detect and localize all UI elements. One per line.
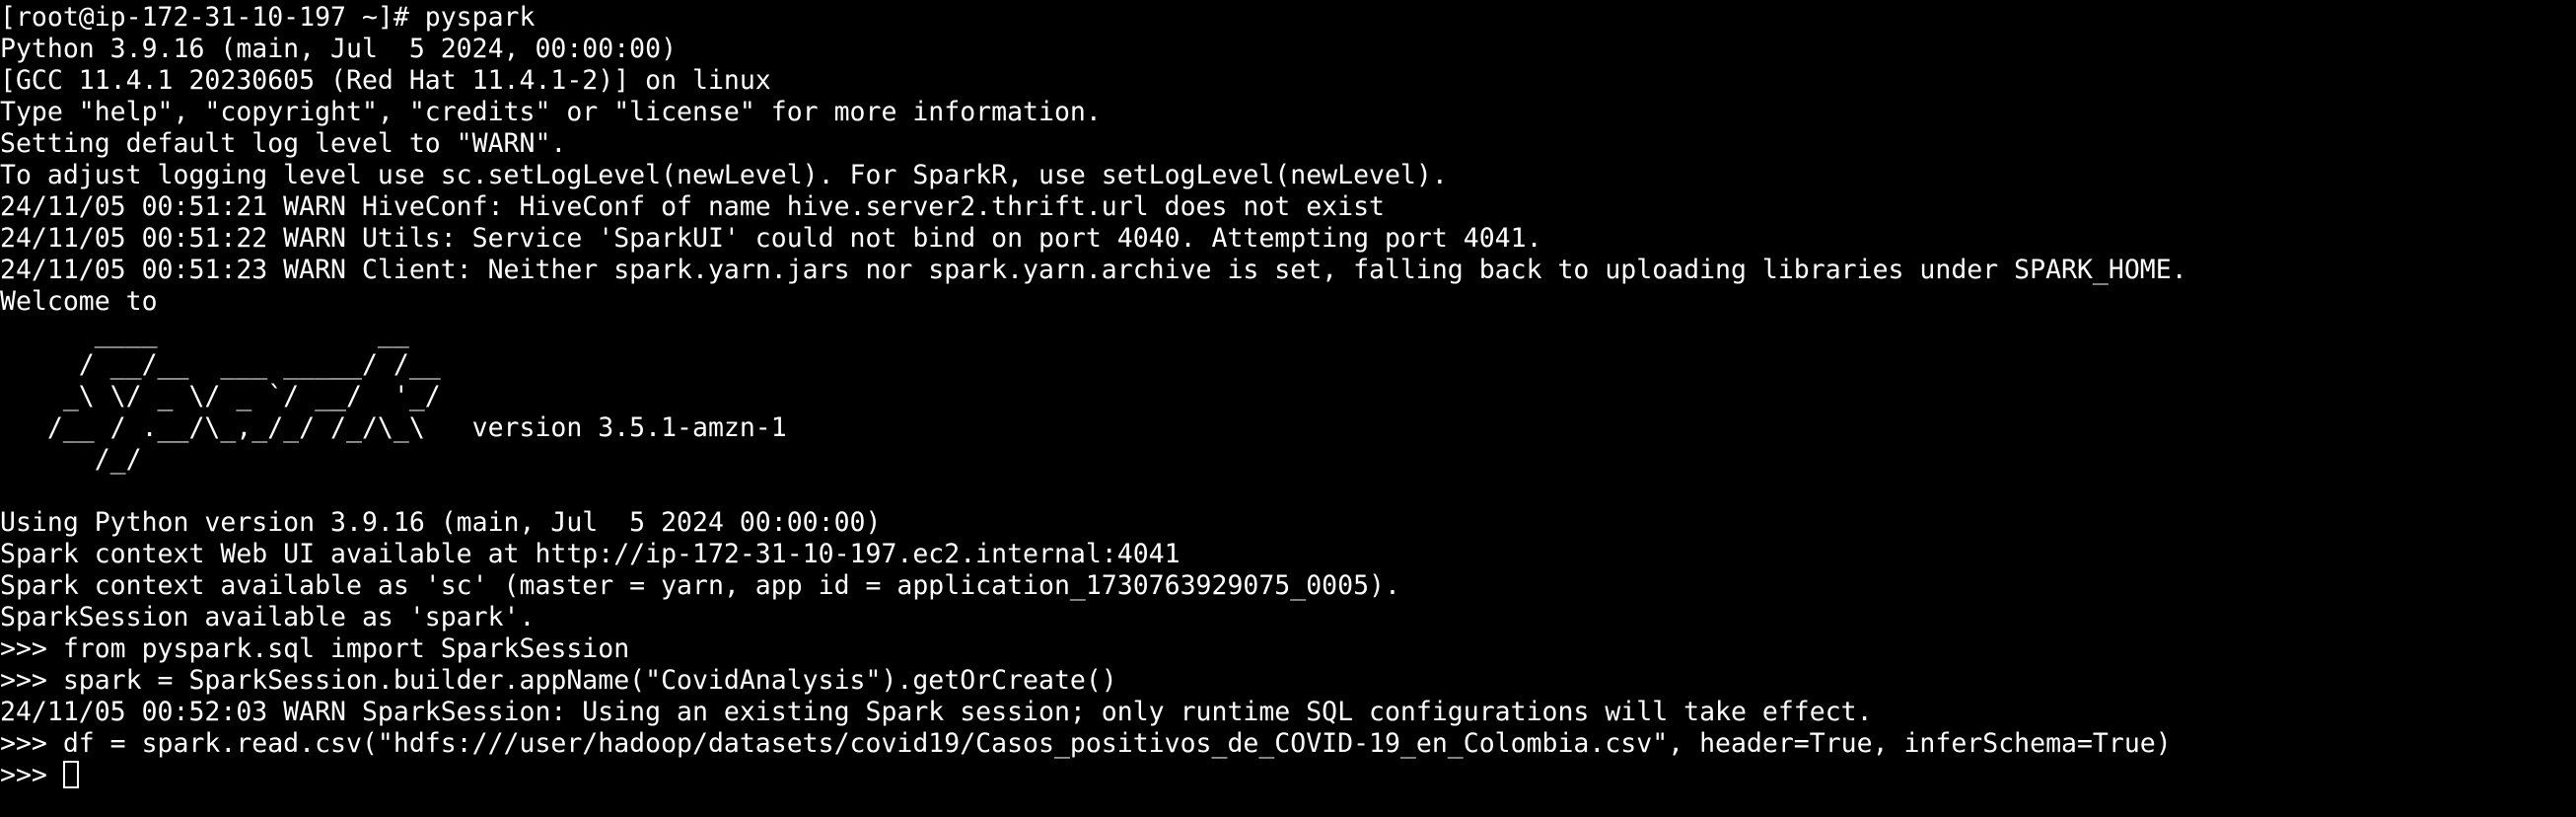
terminal-line: Python 3.9.16 (main, Jul 5 2024, 00:00:0… (0, 34, 678, 64)
terminal-line: [root@ip-172-31-10-197 ~]# pyspark (0, 2, 536, 33)
terminal-line: Spark context Web UI available at http:/… (0, 539, 1181, 569)
terminal-line: Type "help", "copyright", "credits" or "… (0, 97, 1102, 127)
terminal-line: 24/11/05 00:51:22 WARN Utils: Service 'S… (0, 223, 1542, 254)
spark-logo-line: /_/ (0, 444, 142, 475)
terminal-line: Welcome to (0, 286, 158, 317)
python-prompt: >>> (0, 760, 63, 790)
spark-logo-line: / __/__ ___ _____/ /__ (0, 349, 441, 380)
terminal-line: To adjust logging level use sc.setLogLev… (0, 160, 1448, 190)
terminal-line: 24/11/05 00:51:21 WARN HiveConf: HiveCon… (0, 191, 1385, 222)
terminal-line: 24/11/05 00:52:03 WARN SparkSession: Usi… (0, 697, 1873, 727)
terminal-line: [GCC 11.4.1 20230605 (Red Hat 11.4.1-2)]… (0, 65, 771, 96)
terminal-line: >>> df = spark.read.csv("hdfs:///user/ha… (0, 728, 2172, 759)
text-cursor (62, 761, 79, 788)
spark-logo-line: _\ \/ _ \/ _ `/ __/ '_/ (0, 381, 441, 411)
terminal-line: Setting default log level to "WARN". (0, 128, 567, 159)
spark-logo-line: /__ / .__/\_,_/_/ /_/\_\ version 3.5.1-a… (0, 412, 787, 443)
terminal-line: SparkSession available as 'spark'. (0, 602, 536, 632)
terminal-line: 24/11/05 00:51:23 WARN Client: Neither s… (0, 255, 2187, 285)
terminal-line: >>> from pyspark.sql import SparkSession (0, 633, 630, 664)
terminal-line: >>> spark = SparkSession.builder.appName… (0, 665, 1117, 696)
prompt-line[interactable]: >>> (0, 760, 2576, 791)
terminal-window[interactable]: [root@ip-172-31-10-197 ~]# pyspark Python… (0, 0, 2576, 817)
terminal-line: Using Python version 3.9.16 (main, Jul 5… (0, 507, 882, 538)
spark-logo-line: ____ __ (0, 318, 409, 348)
terminal-output: [root@ip-172-31-10-197 ~]# pyspark Python… (0, 0, 2576, 791)
terminal-line: Spark context available as 'sc' (master … (0, 570, 1400, 601)
